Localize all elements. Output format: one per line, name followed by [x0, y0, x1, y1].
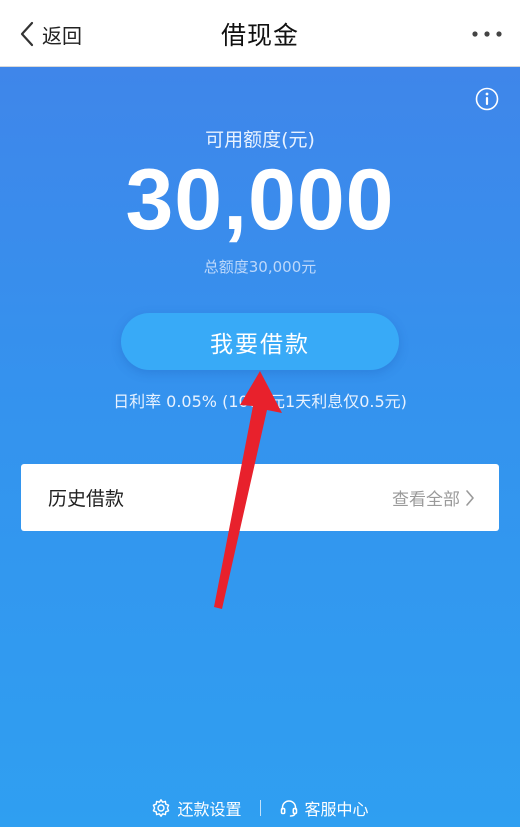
- interest-rate-text: 日利率 0.05% (1000元1天利息仅0.5元): [113, 392, 407, 411]
- headset-icon: [280, 800, 297, 817]
- view-all-label: 查看全部: [392, 490, 460, 510]
- main-panel: 可用额度(元) 30,000 总额度30,000元 我要借款 日利率 0.05%…: [0, 67, 520, 827]
- customer-service-label: 客服中心: [304, 800, 369, 819]
- nav-bar: 返回 借现金: [0, 0, 520, 67]
- more-button[interactable]: [470, 22, 504, 46]
- borrow-button-label: 我要借款: [210, 331, 310, 358]
- repay-settings-label: 还款设置: [177, 800, 242, 819]
- more-dots-icon: [472, 31, 502, 37]
- footer-links: 还款设置 客服中心: [0, 795, 520, 821]
- info-icon: [475, 87, 499, 111]
- gear-icon: [153, 799, 170, 817]
- customer-service-link[interactable]: 客服中心: [279, 796, 369, 820]
- borrow-button[interactable]: 我要借款: [121, 313, 399, 370]
- repay-settings-link[interactable]: 还款设置: [151, 796, 242, 820]
- view-all-link[interactable]: 查看全部: [392, 485, 475, 510]
- footer-divider: [259, 800, 261, 816]
- page-title: 借现金: [220, 21, 299, 50]
- chevron-right-icon: [466, 489, 474, 506]
- available-amount: 30,000: [125, 152, 395, 248]
- history-loans-card[interactable]: 历史借款 查看全部: [21, 464, 499, 531]
- available-amount-label: 可用额度(元): [205, 129, 315, 151]
- info-button[interactable]: [475, 87, 499, 111]
- total-amount-text: 总额度30,000元: [203, 258, 317, 276]
- history-loans-title: 历史借款: [48, 488, 125, 510]
